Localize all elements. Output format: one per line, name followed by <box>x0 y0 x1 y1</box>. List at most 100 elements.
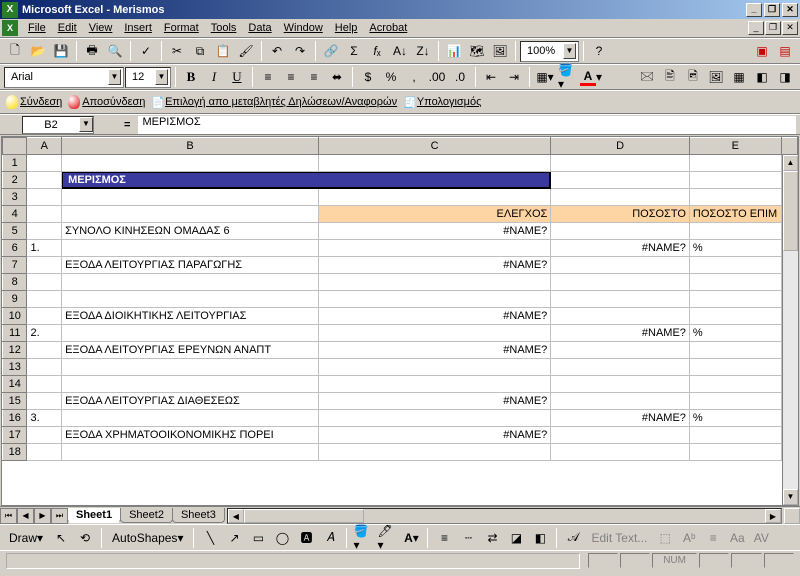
cell[interactable]: ΕΞΟΔΑ ΛΕΙΤΟΥΡΓΙΑΣ ΔΙΑΘΕΣΕΩΣ <box>62 393 319 410</box>
minimize-button[interactable]: _ <box>746 3 762 17</box>
cell[interactable] <box>551 274 690 291</box>
vertical-scrollbar[interactable]: ▲ ▼ <box>782 155 798 505</box>
cell[interactable] <box>551 308 690 325</box>
extra6-icon[interactable]: ◧ <box>751 66 773 88</box>
align-left-icon[interactable]: ≡ <box>257 66 279 88</box>
cell[interactable]: #NAME? <box>318 342 550 359</box>
help-icon[interactable]: ? <box>588 40 610 62</box>
cell[interactable]: % <box>689 325 781 342</box>
fill-shape-icon[interactable]: 🪣▾ <box>352 527 374 549</box>
borders-icon[interactable]: ▦▾ <box>534 66 556 88</box>
row-header-4[interactable]: 4 <box>3 206 27 223</box>
cell[interactable] <box>27 359 62 376</box>
row-header-18[interactable]: 18 <box>3 444 27 461</box>
cell[interactable] <box>27 206 62 223</box>
cell[interactable] <box>318 274 550 291</box>
sheet-tab-sheet2[interactable]: Sheet2 <box>120 508 173 523</box>
scroll-left-icon[interactable]: ◀ <box>228 509 244 523</box>
cell[interactable] <box>27 376 62 393</box>
restore-button[interactable]: ❐ <box>764 3 780 17</box>
cell[interactable] <box>551 189 690 206</box>
scroll-right-icon[interactable]: ▶ <box>765 509 781 523</box>
cell[interactable] <box>62 359 319 376</box>
oval-icon[interactable]: ◯ <box>271 527 293 549</box>
cell[interactable]: ΕΞΟΔΑ ΧΡΗΜΑΤΟΟΙΚΟΝΟΜΙΚΗΣ ΠΟΡΕΙ <box>62 427 319 444</box>
line-icon[interactable]: ╲ <box>199 527 221 549</box>
row-header-2[interactable]: 2 <box>3 172 27 189</box>
row-header-8[interactable]: 8 <box>3 274 27 291</box>
row-header-9[interactable]: 9 <box>3 291 27 308</box>
cell[interactable] <box>551 291 690 308</box>
autoshapes-menu[interactable]: AutoShapes ▾ <box>107 527 188 549</box>
cell[interactable] <box>62 410 319 427</box>
cell[interactable]: ΕΞΟΔΑ ΔΙΟΙΚΗΤΙΚΗΣ ΛΕΙΤΟΥΡΓΙΑΣ <box>62 308 319 325</box>
map-icon[interactable]: 🗺 <box>466 40 488 62</box>
drawing-toolbar-icon[interactable]: 🖼 <box>489 40 511 62</box>
row-header-3[interactable]: 3 <box>3 189 27 206</box>
doc-minimize-button[interactable]: _ <box>748 21 764 35</box>
decrease-indent-icon[interactable]: ⇤ <box>480 66 502 88</box>
cell[interactable] <box>551 257 690 274</box>
tab-first-icon[interactable]: ⏮ <box>0 508 17 524</box>
cell[interactable] <box>551 393 690 410</box>
cell[interactable] <box>318 155 550 172</box>
cell[interactable]: #NAME? <box>318 308 550 325</box>
paste-icon[interactable]: 📋 <box>212 40 234 62</box>
menu-edit[interactable]: Edit <box>52 20 83 36</box>
cell[interactable] <box>62 325 319 342</box>
fill-color-icon[interactable]: 🪣▾ <box>557 66 579 88</box>
formula-input[interactable]: ΜΕΡΙΣΜΟΣ <box>138 116 796 134</box>
col-header-C[interactable]: C <box>318 138 550 155</box>
col-header-B[interactable]: B <box>62 138 319 155</box>
cut-icon[interactable]: ✂ <box>166 40 188 62</box>
cell[interactable]: ΠΟΣΟΣΤΟ ΕΠΙΜ <box>689 206 781 223</box>
row-header-10[interactable]: 10 <box>3 308 27 325</box>
cell[interactable]: % <box>689 410 781 427</box>
chevron-down-icon[interactable]: ▼ <box>108 69 121 85</box>
cell[interactable] <box>689 376 781 393</box>
name-box[interactable]: B2 ▼ <box>22 116 94 134</box>
cell[interactable] <box>689 393 781 410</box>
acrobat1-icon[interactable]: ▣ <box>751 40 773 62</box>
cell[interactable] <box>318 444 550 461</box>
chevron-down-icon[interactable]: ▼ <box>155 69 168 85</box>
disconnect-button[interactable]: Αποσύνδεση <box>68 95 145 109</box>
cell[interactable] <box>27 274 62 291</box>
cell[interactable]: #NAME? <box>318 393 550 410</box>
cell[interactable] <box>551 427 690 444</box>
font-name-dropdown[interactable]: Arial ▼ <box>4 67 124 88</box>
row-header-6[interactable]: 6 <box>3 240 27 257</box>
cell[interactable] <box>318 376 550 393</box>
cell[interactable]: #NAME? <box>551 325 690 342</box>
cell[interactable] <box>62 206 319 223</box>
menu-format[interactable]: Format <box>158 20 205 36</box>
menu-tools[interactable]: Tools <box>205 20 243 36</box>
col-header-E[interactable]: E <box>689 138 781 155</box>
cell[interactable]: ΣΥΝΟΛΟ ΚΙΝΗΣΕΩΝ ΟΜΑΔΑΣ 6 <box>62 223 319 240</box>
cell[interactable] <box>27 223 62 240</box>
wordart-shape-icon[interactable]: 𝒜 <box>562 527 584 549</box>
cell[interactable] <box>689 427 781 444</box>
extra2-icon[interactable]: 🖹 <box>659 66 681 88</box>
cell[interactable]: % <box>689 240 781 257</box>
horizontal-scrollbar[interactable]: ◀ ▶ <box>227 508 782 524</box>
tab-last-icon[interactable]: ⏭ <box>51 508 68 524</box>
font-color-shape-icon[interactable]: A▾ <box>400 527 422 549</box>
tab-next-icon[interactable]: ▶ <box>34 508 51 524</box>
cell[interactable] <box>62 155 319 172</box>
col-header-A[interactable]: A <box>27 138 62 155</box>
cell[interactable] <box>689 172 781 189</box>
close-button[interactable]: ✕ <box>782 3 798 17</box>
cell[interactable] <box>62 376 319 393</box>
menu-window[interactable]: Window <box>278 20 329 36</box>
align-center-icon[interactable]: ≡ <box>280 66 302 88</box>
cell[interactable]: #NAME? <box>318 223 550 240</box>
cell[interactable] <box>27 189 62 206</box>
cell[interactable]: ΠΟΣΟΣΤΟ <box>551 206 690 223</box>
increase-decimal-icon[interactable]: .00 <box>426 66 448 88</box>
acrobat2-icon[interactable]: ▤ <box>774 40 796 62</box>
cell[interactable] <box>551 359 690 376</box>
cell[interactable]: 2. <box>27 325 62 342</box>
arrow-icon[interactable]: ↗ <box>223 527 245 549</box>
font-size-dropdown[interactable]: 12 ▼ <box>125 67 171 88</box>
